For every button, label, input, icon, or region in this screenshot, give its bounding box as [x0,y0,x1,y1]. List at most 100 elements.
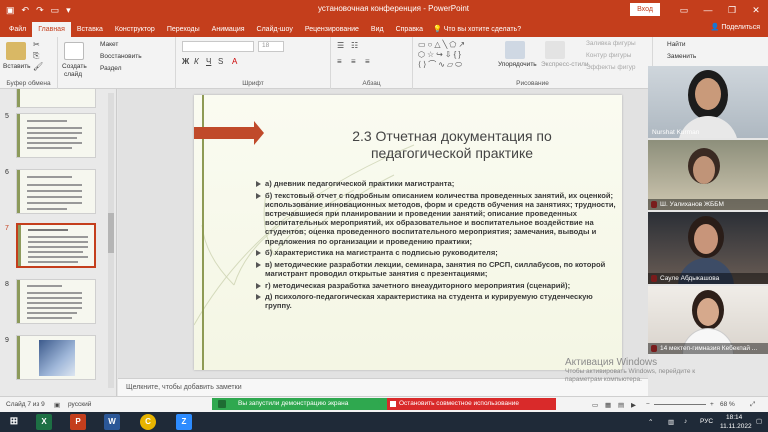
shapes-gallery-icon[interactable]: ▭○△╲⬠↗ ⬡☆↪⇩{} ⟨⟩⌒∿▱⬭ [418,40,498,80]
clock-date[interactable]: 11.11.2022 [720,423,752,430]
tab-home[interactable]: Главная [32,22,71,37]
ribbon-display-icon[interactable]: ▭ [672,0,696,20]
tab-transitions[interactable]: Переходы [161,22,206,37]
current-slide[interactable]: 2.3 Отчетная документация по педагогичес… [194,95,622,370]
participant-video-4[interactable]: 14 мектеп-гимназия Кебекпай ... [648,286,768,354]
tab-design[interactable]: Конструктор [109,22,161,37]
redo-icon[interactable]: ↷ [36,5,44,16]
slides-group: Создать слайд Макет Восстановить Раздел [58,37,176,89]
zoom-out-icon[interactable]: − [646,401,650,408]
shape-effects-button[interactable]: Эффекты фигур [586,64,636,71]
share-button[interactable]: 👤 Поделиться [711,23,760,31]
font-size-select[interactable]: 18 [258,41,284,52]
bullets-icon[interactable]: ☰ [337,41,344,50]
tab-slideshow[interactable]: Слайд-шоу [251,22,299,37]
replace-button[interactable]: Заменить [667,53,696,60]
zoom-in-icon[interactable]: + [710,401,714,408]
bold-icon[interactable]: Ж [182,57,189,66]
clock-time[interactable]: 18:14 [726,414,742,421]
excel-icon[interactable]: X [36,414,52,430]
drawing-group: ▭○△╲⬠↗ ⬡☆↪⇩{} ⟨⟩⌒∿▱⬭ Упорядочить Экспресс-… [413,37,653,89]
tab-insert[interactable]: Вставка [71,22,109,37]
volume-icon[interactable]: ♪ [684,418,687,425]
customize-qat-icon[interactable]: ▾ [66,5,71,16]
quick-styles-button[interactable]: Экспресс-стили [541,61,589,68]
arrange-button[interactable]: Упорядочить [498,61,537,68]
thumbnail-slide-8[interactable] [16,279,96,324]
zoom-slider[interactable] [654,404,706,405]
start-icon[interactable]: ⊞ [6,414,22,430]
minimize-button[interactable]: — [696,0,720,20]
tell-me-input[interactable]: 💡 Что вы хотите сделать? [433,22,521,37]
tab-animations[interactable]: Анимация [206,22,251,37]
language-indicator[interactable]: русский [68,401,91,408]
save-icon[interactable]: ▣ [6,5,15,16]
cut-icon[interactable]: ✂ [33,40,40,49]
shape-fill-button[interactable]: Заливка фигуры [586,40,636,47]
thumbnail-slide-7-selected[interactable] [16,223,96,268]
tray-chevron-icon[interactable]: ⌃ [648,418,653,426]
thumbnails-scrollbar[interactable] [108,93,114,388]
align-center-icon[interactable]: ≡ [351,57,356,66]
thumbnail-slide-6[interactable] [16,169,96,214]
scrollbar-thumb[interactable] [108,213,114,253]
present-icon[interactable]: ▭ [51,5,60,16]
chrome-icon[interactable]: C [140,414,156,430]
paste-icon[interactable] [6,42,26,60]
new-slide-button[interactable]: Создать [62,63,87,70]
participant-video-3[interactable]: Сауле Абдыкашова [648,212,768,284]
network-icon[interactable]: ▥ [668,418,674,426]
find-button[interactable]: Найти [667,41,686,48]
section-button[interactable]: Раздел [100,65,121,72]
font-name-select[interactable] [182,41,254,52]
align-right-icon[interactable]: ≡ [365,57,370,66]
italic-icon[interactable]: К [194,57,199,66]
font-color-icon[interactable]: A [232,57,237,66]
reset-button[interactable]: Восстановить [100,53,142,60]
align-left-icon[interactable]: ≡ [337,57,342,66]
normal-view-icon[interactable]: ▭ [592,401,598,409]
participant-video-2[interactable]: Ш. Уалиханов ЖББМ [648,140,768,210]
arrange-icon[interactable] [505,41,525,59]
paste-button[interactable]: Вставить [3,63,31,70]
slideshow-view-icon[interactable]: ▶ [631,401,636,409]
thumbnail-number: 6 [5,169,9,176]
new-slide-icon[interactable] [64,42,84,60]
thumbnail-slide-4[interactable] [16,89,96,108]
quick-styles-icon[interactable] [545,41,565,59]
numbering-icon[interactable]: ☷ [351,41,358,50]
layout-button[interactable]: Макет [100,41,118,48]
reading-view-icon[interactable]: ▤ [618,401,624,409]
signin-button[interactable]: Вход [630,3,660,16]
format-painter-icon[interactable]: 🖌 [33,62,43,71]
keyboard-language[interactable]: РУС [700,418,713,425]
tab-view[interactable]: Вид [365,22,390,37]
sorter-view-icon[interactable]: ▦ [605,401,611,409]
bullet-item: б) текстовый отчет с подробным описанием… [256,191,618,246]
copy-icon[interactable]: ⎘ [33,51,39,61]
tab-review[interactable]: Рецензирование [299,22,365,37]
zoom-level[interactable]: 68 % [720,401,735,408]
tab-help[interactable]: Справка [390,22,429,37]
shield-icon[interactable]: ⛨ [378,398,390,410]
slide-bullets[interactable]: а) дневник педагогической практики магис… [256,179,618,313]
shape-outline-button[interactable]: Контур фигуры [586,52,631,59]
fit-slide-icon[interactable]: ⤢ [750,401,755,409]
close-button[interactable]: ✕ [744,0,768,20]
underline-icon[interactable]: Ч [206,57,211,66]
tab-file[interactable]: Файл [3,22,32,37]
clipboard-group: Вставить ✂ ⎘ 🖌 Буфер обмена [0,37,58,89]
powerpoint-icon[interactable]: P [70,414,86,430]
thumbnail-slide-5[interactable] [16,113,96,158]
notifications-icon[interactable]: ▢ [756,417,762,425]
spellcheck-icon[interactable]: ▣ [54,401,60,409]
undo-icon[interactable]: ↶ [22,5,30,16]
thumbnail-slide-9[interactable] [16,335,96,380]
participant-video-1[interactable]: Nurshat Kurman [648,66,768,138]
maximize-button[interactable]: ❐ [720,0,744,20]
zoom-app-icon[interactable]: Z [176,414,192,430]
stop-sharing-button[interactable]: Остановить совместное использование [387,398,556,410]
shadow-icon[interactable]: S [218,57,223,66]
slide-title[interactable]: 2.3 Отчетная документация по педагогичес… [302,128,602,162]
word-icon[interactable]: W [104,414,120,430]
